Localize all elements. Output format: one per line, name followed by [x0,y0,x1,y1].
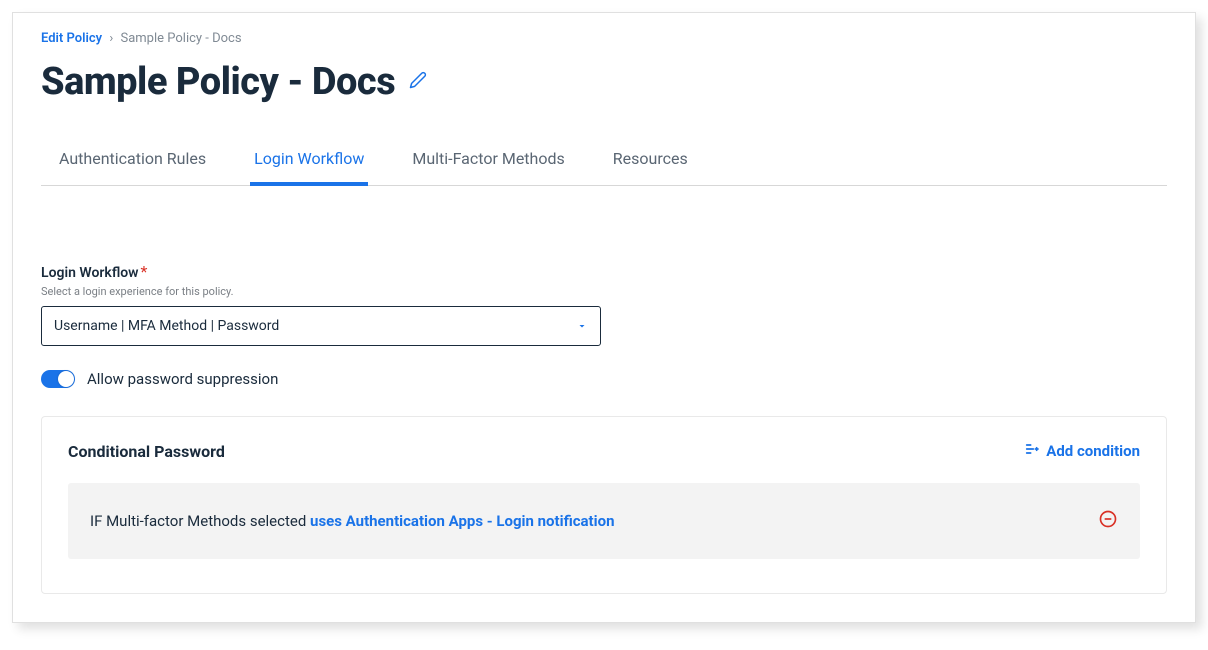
tab-resources[interactable]: Resources [609,137,692,186]
condition-prefix: IF Multi-factor Methods selected [90,512,310,530]
tabs: Authentication Rules Login Workflow Mult… [41,136,1167,186]
content-area: Login Workflow* Select a login experienc… [41,186,1167,594]
tab-login-workflow[interactable]: Login Workflow [250,137,368,186]
login-workflow-select[interactable]: Username | MFA Method | Password [41,306,601,346]
breadcrumb-separator: › [109,31,113,46]
add-condition-label: Add condition [1046,442,1140,460]
remove-icon [1098,509,1118,533]
conditional-password-header: Conditional Password Add condition [68,441,1140,461]
login-workflow-label-row: Login Workflow* [41,262,1167,281]
tab-authentication-rules[interactable]: Authentication Rules [55,137,210,186]
login-workflow-label: Login Workflow [41,265,139,281]
condition-text: IF Multi-factor Methods selected uses Au… [90,512,614,530]
allow-password-suppression-row: Allow password suppression [41,370,1167,388]
breadcrumb: Edit Policy › Sample Policy - Docs [41,31,1167,46]
condition-row: IF Multi-factor Methods selected uses Au… [68,483,1140,559]
login-workflow-select-value: Username | MFA Method | Password [54,318,279,334]
conditional-password-title: Conditional Password [68,442,225,461]
toggle-knob [58,371,74,387]
add-condition-button[interactable]: Add condition [1024,441,1140,461]
login-workflow-field: Login Workflow* Select a login experienc… [41,262,1167,346]
page-title-row: Sample Policy - Docs [41,60,1167,104]
allow-password-suppression-toggle[interactable] [41,370,75,388]
conditional-password-card: Conditional Password Add condition [41,416,1167,594]
edit-pencil-icon[interactable] [409,71,427,93]
remove-condition-button[interactable] [1098,509,1118,533]
tab-multi-factor-methods[interactable]: Multi-Factor Methods [408,137,568,186]
condition-link[interactable]: uses Authentication Apps - Login notific… [310,512,614,530]
required-indicator: * [141,262,148,281]
allow-password-suppression-label: Allow password suppression [87,370,278,388]
breadcrumb-current: Sample Policy - Docs [120,31,241,46]
page-wrapper: Edit Policy › Sample Policy - Docs Sampl… [12,12,1196,623]
login-workflow-help: Select a login experience for this polic… [41,285,1167,298]
add-condition-icon [1024,441,1040,461]
page-title: Sample Policy - Docs [41,60,395,104]
caret-down-icon [576,317,588,336]
breadcrumb-link-edit-policy[interactable]: Edit Policy [41,31,102,46]
